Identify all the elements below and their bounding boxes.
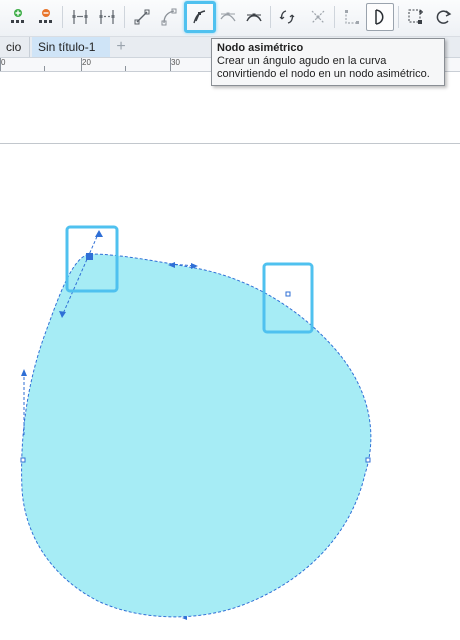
ruler-label: 20 xyxy=(82,58,91,67)
selected-node[interactable] xyxy=(86,253,93,260)
tab-sin-titulo-1[interactable]: Sin título-1 xyxy=(32,37,110,57)
ruler-tick xyxy=(125,66,126,71)
ruler-label: 30 xyxy=(171,58,180,67)
add-node-button[interactable] xyxy=(4,3,32,31)
add-tab-button[interactable]: + xyxy=(112,39,130,55)
ruler-tick xyxy=(0,58,1,71)
join-nodes-button[interactable] xyxy=(66,3,94,31)
toolbar-separator xyxy=(270,6,271,28)
to-line-button[interactable] xyxy=(128,3,156,31)
tooltip-nodo-asimetrico: Nodo asimétrico Crear un ángulo agudo en… xyxy=(211,38,445,86)
reverse-direction-button[interactable] xyxy=(273,3,301,31)
select-all-nodes-icon xyxy=(408,9,423,24)
tab-previous[interactable]: cio xyxy=(0,37,30,57)
delete-node-icon xyxy=(39,9,52,23)
property-bar xyxy=(0,0,460,37)
control-handle-arrow[interactable] xyxy=(95,230,103,237)
toolbar-separator xyxy=(334,6,335,28)
cusp-button-highlight xyxy=(184,1,216,33)
break-curve-icon xyxy=(99,10,115,24)
control-handle-arrow[interactable] xyxy=(21,369,27,376)
toolbar-separator xyxy=(398,6,399,28)
to-curve-icon xyxy=(161,8,177,26)
ruler-tick xyxy=(81,58,82,71)
rotate-nodes-icon xyxy=(436,10,452,24)
to-curve-button[interactable] xyxy=(155,3,183,31)
rotate-nodes-button[interactable] xyxy=(430,3,458,31)
curve-node[interactable] xyxy=(20,457,26,463)
reverse-direction-icon xyxy=(279,10,295,24)
break-curve-button[interactable] xyxy=(93,3,121,31)
tooltip-body-line: convirtiendo el nodo en un nodo asimétri… xyxy=(217,68,430,80)
tooltip-body-line: Crear un ángulo agudo en la curva xyxy=(217,55,387,67)
extend-curve-icon xyxy=(311,10,325,24)
extract-subpath-icon xyxy=(345,10,359,24)
ruler-label: 0 xyxy=(1,58,6,67)
toolbar-separator xyxy=(62,6,63,28)
to-line-icon xyxy=(134,9,150,25)
tooltip-title: Nodo asimétrico xyxy=(217,42,304,54)
close-curve-icon xyxy=(375,9,384,25)
close-curve-button[interactable] xyxy=(366,3,394,31)
add-node-icon xyxy=(11,9,24,23)
select-all-nodes-button[interactable] xyxy=(402,3,430,31)
ruler-tick xyxy=(44,66,45,71)
extend-curve-button[interactable] xyxy=(304,3,332,31)
curve-node[interactable] xyxy=(365,457,371,463)
extract-subpath-button[interactable] xyxy=(338,3,366,31)
curve-node[interactable] xyxy=(285,291,291,297)
ruler-tick xyxy=(170,58,171,71)
blob-shape[interactable] xyxy=(21,253,372,618)
symmetrical-node-icon xyxy=(246,13,262,22)
delete-node-button[interactable] xyxy=(32,3,60,31)
smooth-node-button[interactable] xyxy=(214,3,242,31)
symmetrical-node-button[interactable] xyxy=(240,3,268,31)
toolbar-separator xyxy=(124,6,125,28)
drawing-canvas[interactable] xyxy=(0,144,460,640)
join-nodes-icon xyxy=(72,10,88,24)
smooth-node-icon xyxy=(220,12,236,22)
